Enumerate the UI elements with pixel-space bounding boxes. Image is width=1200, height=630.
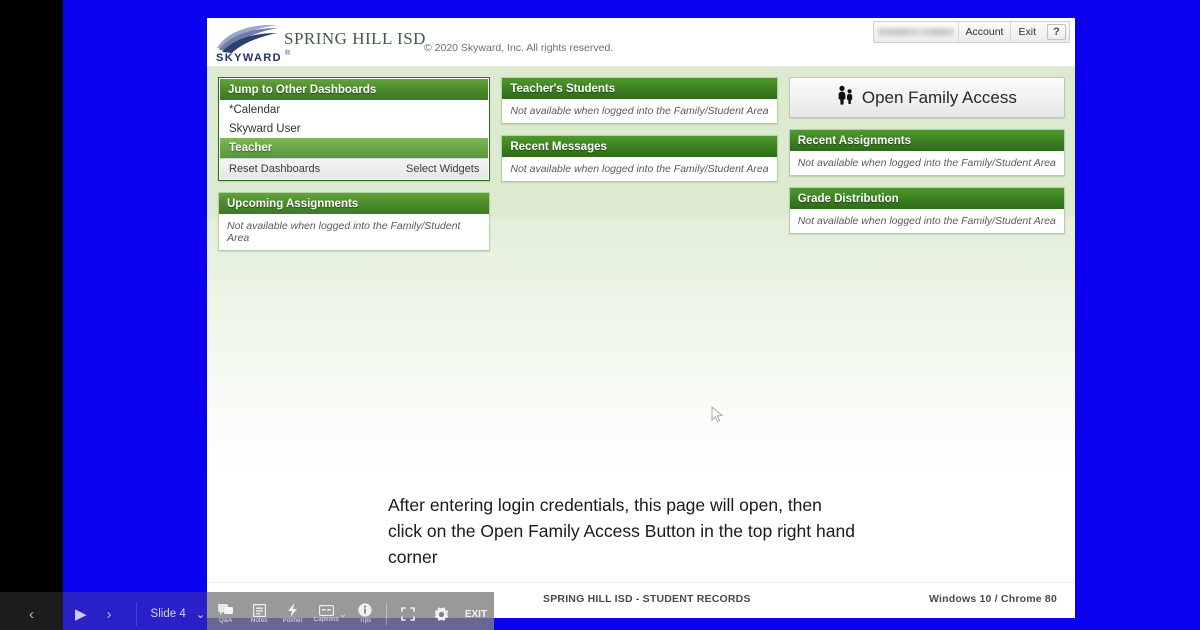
captions-chevron-down-icon[interactable]: ⌄	[339, 609, 347, 620]
widget-header: Recent Assignments	[789, 130, 1065, 151]
qa-tool-label: Q&A	[219, 617, 233, 624]
open-family-access-label: Open Family Access	[861, 87, 1017, 107]
dashboard-column-middle: Teacher's Students Not available when lo…	[501, 77, 778, 251]
reset-dashboards-link[interactable]: Reset Dashboards	[229, 163, 320, 175]
fullscreen-icon	[400, 607, 415, 621]
screen-root: SKYWARD ® SPRING HILL ISD Account Exit ?…	[0, 0, 1200, 630]
widget-grade-distribution: Grade Distribution Not available when lo…	[788, 187, 1066, 234]
qa-tool-button[interactable]: Q&A	[209, 592, 243, 630]
widget-header: Jump to Other Dashboards	[220, 79, 489, 100]
captions-tool-label: Captions	[313, 616, 339, 623]
account-link[interactable]: Account	[957, 22, 1011, 42]
captions-tool-button[interactable]: Captions	[310, 592, 344, 630]
settings-button[interactable]	[424, 592, 458, 630]
account-username-masked	[874, 22, 958, 42]
district-title: SPRING HILL ISD	[284, 29, 426, 48]
app-header: SKYWARD ® SPRING HILL ISD Account Exit ?	[207, 18, 1075, 67]
skyward-swoosh-icon: SKYWARD ®	[216, 24, 291, 62]
player-nav-bar: ▶ › Slide 4 ⌄	[63, 592, 207, 630]
widget-empty-message: Not available when logged into the Famil…	[789, 151, 1065, 175]
skyward-copyright: © 2020 Skyward, Inc. All rights reserved…	[424, 42, 614, 54]
widget-empty-message: Not available when logged into the Famil…	[502, 157, 777, 181]
next-slide-button[interactable]: ›	[107, 607, 112, 622]
widget-empty-message: Not available when logged into the Famil…	[219, 214, 490, 250]
mouse-cursor-icon	[711, 405, 724, 429]
widget-recent-assignments: Recent Assignments Not available when lo…	[788, 129, 1066, 176]
select-widgets-link[interactable]: Select Widgets	[406, 163, 479, 175]
header-account-bar: Account Exit ?	[872, 21, 1070, 43]
dashboard-list: *Calendar Skyward User Teacher	[220, 100, 489, 158]
pointer-icon	[288, 603, 298, 617]
widget-header: Teacher's Students	[502, 78, 777, 99]
player-prev-area: ‹	[0, 592, 63, 630]
dashboard-item-calendar[interactable]: *Calendar	[220, 100, 488, 119]
help-button[interactable]: ?	[1047, 24, 1066, 40]
notes-icon	[252, 603, 266, 617]
open-family-access-button[interactable]: Open Family Access	[788, 77, 1066, 118]
slide-footer-center: SPRING HILL ISD - STUDENT RECORDS	[543, 593, 751, 605]
dashboard-columns: Jump to Other Dashboards *Calendar Skywa…	[218, 77, 1066, 251]
dashboard-body: Jump to Other Dashboards *Calendar Skywa…	[207, 67, 1075, 582]
dashboard-item-skyward-user[interactable]: Skyward User	[220, 119, 488, 138]
svg-text:®: ®	[285, 49, 291, 57]
exit-presentation-button[interactable]: EXIT	[458, 592, 494, 630]
tips-tool-label: Tips	[359, 618, 372, 624]
fullscreen-button[interactable]	[391, 592, 425, 630]
play-button[interactable]: ▶	[75, 607, 87, 622]
dashboard-column-right: Open Family Access Recent Assignments No…	[788, 77, 1066, 251]
family-people-icon	[837, 85, 854, 110]
qa-icon	[218, 603, 234, 615]
gear-icon	[434, 606, 449, 621]
dashboard-footer: Reset Dashboards Select Widgets	[220, 158, 489, 179]
dashboard-item-teacher[interactable]: Teacher	[220, 138, 489, 158]
pointer-tool-button[interactable]: Polmer	[276, 592, 310, 630]
tips-icon	[358, 603, 372, 617]
chevron-down-icon: ⌄	[195, 609, 206, 621]
widget-empty-message: Not available when logged into the Famil…	[502, 99, 777, 123]
widget-header: Upcoming Assignments	[219, 193, 490, 214]
instruction-caption: After entering login credentials, this p…	[388, 495, 855, 567]
notes-tool-button[interactable]: Notes	[243, 592, 277, 630]
slide-footer-right: Windows 10 / Chrome 80	[928, 593, 1057, 605]
skyward-logo: SKYWARD ®	[215, 22, 291, 62]
widget-upcoming-assignments: Upcoming Assignments Not available when …	[218, 192, 491, 251]
toolbar-divider	[386, 603, 387, 625]
exit-link[interactable]: Exit	[1010, 22, 1043, 42]
widget-header: Recent Messages	[502, 136, 777, 157]
notes-tool-label: Notes	[250, 617, 268, 624]
svg-text:SKYWARD: SKYWARD	[216, 52, 282, 62]
widget-jump-to-other-dashboards: Jump to Other Dashboards *Calendar Skywa…	[218, 77, 491, 181]
prev-slide-button[interactable]: ‹	[29, 607, 34, 622]
slide-selector-label: Slide 4	[150, 608, 186, 620]
widget-empty-message: Not available when logged into the Famil…	[789, 209, 1065, 233]
tips-tool-button[interactable]: Tips	[349, 592, 383, 630]
slide-canvas: SKYWARD ® SPRING HILL ISD Account Exit ?…	[207, 18, 1075, 618]
widget-teachers-students: Teacher's Students Not available when lo…	[501, 77, 778, 124]
dashboard-column-left: Jump to Other Dashboards *Calendar Skywa…	[218, 77, 491, 251]
widget-header: Grade Distribution	[789, 188, 1065, 209]
player-toolbar: Q&A Notes Polmer Captions ⌄ Tips EXIT	[207, 592, 494, 630]
widget-recent-messages: Recent Messages Not available when logge…	[501, 135, 778, 182]
captions-icon	[318, 604, 334, 616]
pointer-tool-label: Polmer	[282, 618, 303, 624]
slide-selector[interactable]: Slide 4 ⌄	[135, 602, 206, 626]
